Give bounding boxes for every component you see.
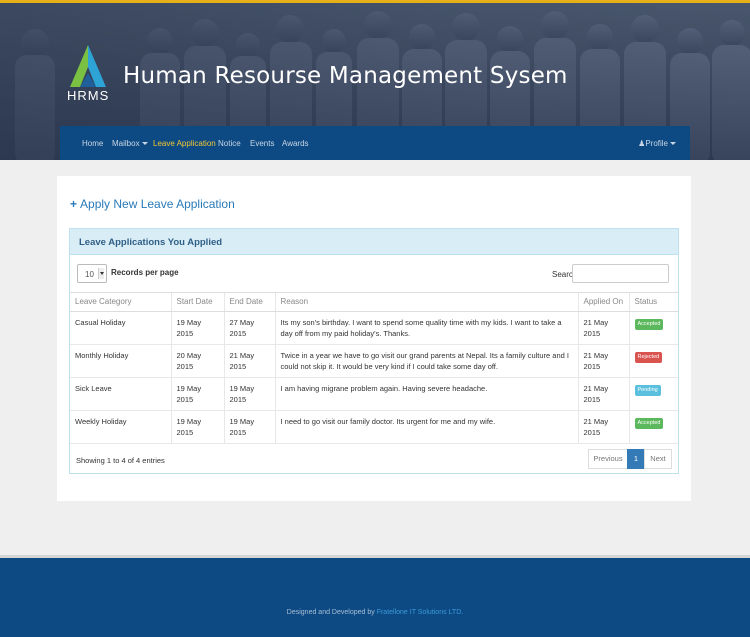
apply-leave-link[interactable]: + Apply New Leave Application (70, 197, 235, 211)
cell-end: 19 May 2015 (223, 377, 275, 411)
footer-credit: Designed and Developed by Fratellone IT … (0, 609, 750, 616)
table-row: Casual Holiday 19 May 2015 27 May 2015 I… (70, 311, 678, 345)
nav-mailbox[interactable]: Mailbox (112, 139, 148, 148)
leave-table: Leave Category Start Date End Date Reaso… (70, 292, 678, 444)
cell-start: 20 May 2015 (170, 344, 224, 378)
site-title: Human Resourse Management Sysem (123, 63, 568, 89)
table-info: Showing 1 to 4 of 4 entries (76, 456, 165, 465)
cell-applied: 21 May 2015 (577, 410, 629, 444)
caret-down-icon (670, 142, 676, 146)
table-row: Sick Leave 19 May 2015 19 May 2015 I am … (70, 377, 678, 411)
cell-reason: I need to go visit our family doctor. It… (274, 410, 578, 444)
nav-profile-menu[interactable]: ♟Profile (638, 139, 676, 148)
footer-prefix: Designed and Developed by (286, 609, 375, 616)
page-length-select[interactable]: 10 (77, 264, 107, 283)
cell-applied: 21 May 2015 (577, 377, 629, 411)
page-length-value: 10 (85, 270, 94, 279)
cell-end: 19 May 2015 (223, 410, 275, 444)
cell-status: Rejected (628, 344, 678, 378)
cell-end: 27 May 2015 (223, 311, 275, 345)
main-content: + Apply New Leave Application Leave Appli… (57, 176, 691, 501)
status-badge: Accepted (634, 319, 664, 330)
logo-text: HRMS (67, 88, 110, 103)
site-footer: Designed and Developed by Fratellone IT … (0, 555, 750, 637)
col-end-date[interactable]: End Date (223, 292, 275, 312)
apply-leave-label: Apply New Leave Application (80, 197, 235, 211)
cell-reason: Its my son's birthday. I want to spend s… (274, 311, 578, 345)
table-header-row: Leave Category Start Date End Date Reaso… (70, 292, 678, 312)
col-leave-category[interactable]: Leave Category (70, 292, 171, 312)
cell-applied: 21 May 2015 (577, 344, 629, 378)
table-row: Monthly Holiday 20 May 2015 21 May 2015 … (70, 344, 678, 378)
nav-leave-application[interactable]: Leave Application (153, 139, 216, 148)
site-header: HRMS Human Resourse Management Sysem Hom… (0, 0, 750, 160)
cell-reason: I am having migrane problem again. Havin… (274, 377, 578, 411)
status-badge: Accepted (634, 418, 664, 429)
nav-events[interactable]: Events (250, 139, 274, 148)
panel-title: Leave Applications You Applied (79, 237, 223, 248)
caret-down-icon (141, 142, 148, 146)
col-start-date[interactable]: Start Date (170, 292, 224, 312)
nav-notice[interactable]: Notice (218, 139, 241, 148)
pagination-previous[interactable]: Previous (588, 449, 628, 469)
select-arrow-icon (98, 268, 104, 279)
leave-applications-panel: Leave Applications You Applied 10 Record… (69, 228, 679, 474)
cell-end: 21 May 2015 (223, 344, 275, 378)
nav-home[interactable]: Home (82, 139, 103, 148)
nav-mailbox-label: Mailbox (112, 139, 140, 148)
nav-profile-label: Profile (645, 139, 668, 148)
cell-category: Monthly Holiday (70, 344, 171, 378)
cell-applied: 21 May 2015 (577, 311, 629, 345)
col-reason[interactable]: Reason (274, 292, 578, 312)
table-row: Weekly Holiday 19 May 2015 19 May 2015 I… (70, 410, 678, 444)
cell-category: Casual Holiday (70, 311, 171, 345)
pagination-next[interactable]: Next (644, 449, 672, 469)
search-input[interactable] (572, 264, 669, 283)
cell-start: 19 May 2015 (170, 377, 224, 411)
footer-company-link[interactable]: Fratellone IT Solutions LTD. (377, 609, 464, 616)
cell-status: Accepted (628, 410, 678, 444)
col-applied-on[interactable]: Applied On (577, 292, 629, 312)
main-navbar: Home Mailbox Leave Application Notice Ev… (60, 126, 690, 160)
status-badge: Rejected (634, 352, 663, 363)
plus-icon: + (70, 197, 78, 211)
cell-reason: Twice in a year we have to go visit our … (274, 344, 578, 378)
nav-awards[interactable]: Awards (282, 139, 309, 148)
cell-category: Sick Leave (70, 377, 171, 411)
cell-status: Accepted (628, 311, 678, 345)
status-badge: Pending (634, 385, 661, 396)
page-length-label: Records per page (111, 268, 179, 277)
cell-category: Weekly Holiday (70, 410, 171, 444)
cell-status: Pending (628, 377, 678, 411)
cell-start: 19 May 2015 (170, 311, 224, 345)
panel-heading: Leave Applications You Applied (70, 229, 678, 255)
pagination-page-1[interactable]: 1 (627, 449, 645, 469)
cell-start: 19 May 2015 (170, 410, 224, 444)
col-status[interactable]: Status (628, 292, 678, 312)
